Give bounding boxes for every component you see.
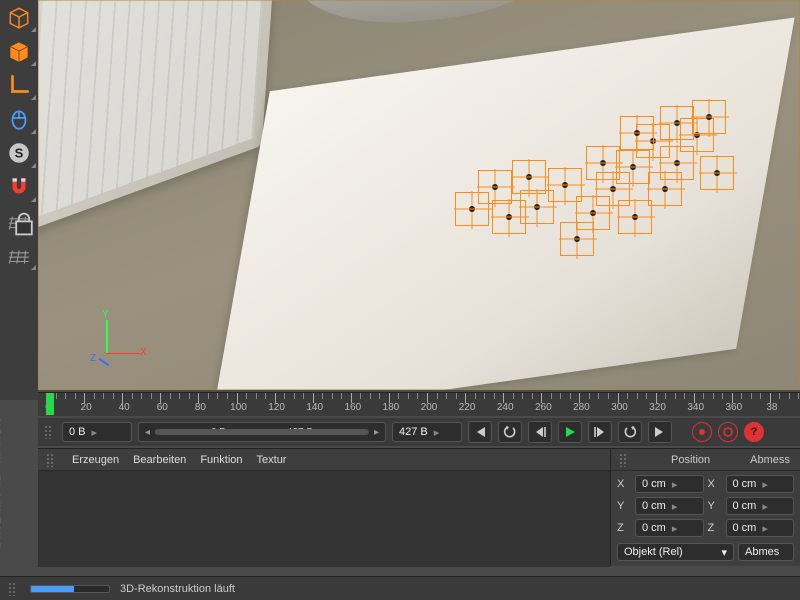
tracking-marker[interactable] [478,170,512,204]
brand-label: CINEMA 4D MAXON [0,417,4,550]
grip-icon [8,582,16,596]
pos-x-field[interactable]: 0 cm▸ [635,475,704,493]
tracking-marker[interactable] [512,160,546,194]
axis-label: Y [708,500,722,512]
step-fwd-loop-button[interactable] [618,421,642,443]
tool-s-circle[interactable]: S [0,136,38,170]
play-forward-button[interactable] [588,421,612,443]
playhead[interactable] [46,393,54,415]
go-start-button[interactable] [468,421,492,443]
tool-mouse[interactable] [0,102,38,136]
grip-icon [46,453,54,467]
tool-grid[interactable] [0,238,38,272]
tracking-marker[interactable] [692,100,726,134]
tool-magnet[interactable] [0,170,38,204]
axis-label: X [708,478,722,490]
grip-icon [619,453,627,467]
dim-y-field[interactable]: 0 cm▸ [726,497,795,515]
dimensions-header: Abmess [750,454,790,466]
scene-background [38,0,800,390]
grip-icon [44,425,52,439]
menu-edit[interactable]: Bearbeiten [133,454,186,466]
dim-x-field[interactable]: 0 cm▸ [726,475,795,493]
coord-mode-dropdown[interactable]: Objekt (Rel)▾ [617,543,734,561]
axis-label: X [617,478,631,490]
material-body[interactable] [38,471,610,567]
material-panel: Erzeugen Bearbeiten Funktion Textur [38,449,610,566]
coordinates-panel: Position Abmess X 0 cm▸ X 0 cm▸ Y 0 cm▸ Y… [610,449,800,566]
record-button[interactable] [692,422,712,442]
status-text: 3D-Rekonstruktion läuft [120,583,235,595]
help-button[interactable]: ? [744,422,764,442]
monitor-base [294,0,562,33]
range-slider[interactable]: ◂ 0 B 427 B ▸ [138,422,386,442]
pos-y-field[interactable]: 0 cm▸ [635,497,704,515]
left-toolbar: S [0,0,38,400]
tool-cube-solid[interactable] [0,34,38,68]
autokey-button[interactable] [718,422,738,442]
progress-bar [30,585,110,593]
tool-grid-lock[interactable] [0,204,38,238]
dim-mode-dropdown[interactable]: Abmes [738,543,794,561]
bottom-panels: Erzeugen Bearbeiten Funktion Textur Posi… [38,448,800,566]
tracking-marker[interactable] [660,106,694,140]
tracking-marker[interactable] [620,116,654,150]
step-back-loop-button[interactable] [498,421,522,443]
tool-cube-wire[interactable] [0,0,38,34]
menu-texture[interactable]: Textur [257,454,287,466]
tool-l-shape[interactable] [0,68,38,102]
end-frame-field[interactable]: 427 B▸ [392,422,462,442]
pos-z-field[interactable]: 0 cm▸ [635,519,704,537]
go-end-button[interactable] [648,421,672,443]
axis-gizmo: Y X Z [94,312,144,362]
playback-bar: 0 B▸ ◂ 0 B 427 B ▸ 427 B▸ ? [38,418,800,446]
status-bar: 3D-Rekonstruktion läuft [0,576,800,600]
viewport[interactable]: Y X Z [38,0,800,390]
timeline-ruler[interactable]: 0204060801001201401601802002202402602803… [38,392,800,416]
position-header: Position [671,454,710,466]
play-reverse-button[interactable] [528,421,552,443]
axis-label: Y [617,500,631,512]
axis-label: Z [708,522,722,534]
menu-function[interactable]: Funktion [200,454,242,466]
dim-z-field[interactable]: 0 cm▸ [726,519,795,537]
start-frame-field[interactable]: 0 B▸ [62,422,132,442]
tracking-marker[interactable] [618,200,652,234]
axis-label: Z [617,522,631,534]
tracking-marker[interactable] [700,156,734,190]
menu-create[interactable]: Erzeugen [72,454,119,466]
play-button[interactable] [558,421,582,443]
svg-text:S: S [15,145,24,160]
keyboard [38,0,279,235]
